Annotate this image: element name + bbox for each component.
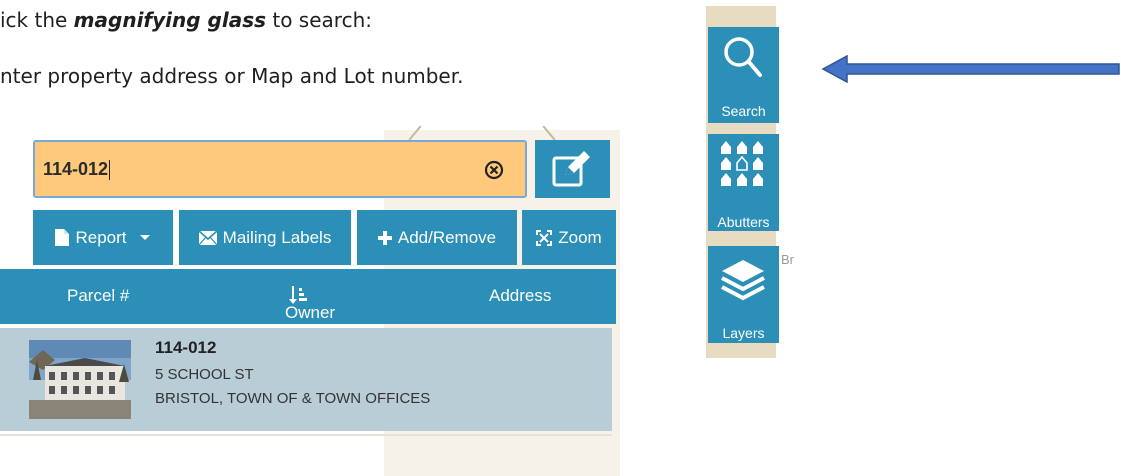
instruction-emphasis: magnifying glass	[73, 8, 267, 32]
search-tool-label: Search	[721, 103, 766, 119]
result-row[interactable]: 114-012 5 SCHOOL ST BRISTOL, TOWN OF & T…	[0, 328, 612, 431]
layers-icon	[721, 260, 765, 301]
map-label-fragment: Br	[781, 252, 794, 267]
search-value-text: 114-012	[43, 159, 109, 179]
instruction-text: ick the	[0, 8, 74, 32]
report-button[interactable]: Report	[33, 210, 173, 265]
zoom-button[interactable]: Zoom	[522, 210, 616, 265]
report-label: Report	[75, 227, 127, 247]
search-input[interactable]: 114-012	[33, 140, 527, 198]
text-caret	[109, 160, 111, 181]
envelope-icon	[198, 230, 217, 245]
clear-icon[interactable]	[484, 160, 504, 180]
mailing-labels-button[interactable]: Mailing Labels	[179, 210, 351, 265]
layers-tool-label: Layers	[722, 325, 765, 341]
caret-down-icon	[139, 234, 150, 240]
column-parcel[interactable]: Parcel #	[67, 286, 129, 306]
instruction-text: to search:	[266, 8, 372, 32]
results-header: Parcel # Owner Address	[0, 269, 616, 324]
instruction-line-2: nter property address or Map and Lot num…	[0, 64, 464, 88]
result-parcel: 114-012	[155, 338, 217, 357]
layers-tool-button[interactable]: Layers	[708, 246, 779, 343]
search-value: 114-012	[43, 159, 111, 181]
plus-icon	[377, 230, 392, 245]
result-owner: BRISTOL, TOWN OF & TOWN OFFICES	[155, 390, 431, 407]
edit-button[interactable]	[535, 140, 610, 198]
search-icon	[724, 37, 762, 77]
sort-icon	[289, 286, 307, 304]
pointer-arrow	[821, 55, 1120, 83]
document-icon	[55, 229, 70, 246]
edit-icon	[552, 151, 590, 187]
property-thumbnail	[29, 340, 131, 419]
search-tool-button[interactable]: Search	[708, 27, 779, 123]
abutters-tool-button[interactable]: Abutters	[708, 134, 779, 231]
column-owner[interactable]: Owner	[285, 286, 335, 322]
add-remove-label: Add/Remove	[397, 227, 497, 247]
abutters-tool-label: Abutters	[717, 214, 770, 230]
zoom-extent-icon	[536, 229, 553, 246]
add-remove-button[interactable]: Add/Remove	[357, 210, 517, 265]
mailing-labels-label: Mailing Labels	[222, 227, 332, 247]
divider	[0, 434, 612, 436]
instruction-line-1: ick the magnifying glass to search:	[0, 8, 372, 32]
abutters-icon	[721, 141, 763, 186]
column-owner-label: Owner	[285, 303, 336, 322]
column-address[interactable]: Address	[489, 286, 551, 306]
zoom-label: Zoom	[558, 227, 602, 247]
result-address: 5 SCHOOL ST	[155, 366, 254, 383]
